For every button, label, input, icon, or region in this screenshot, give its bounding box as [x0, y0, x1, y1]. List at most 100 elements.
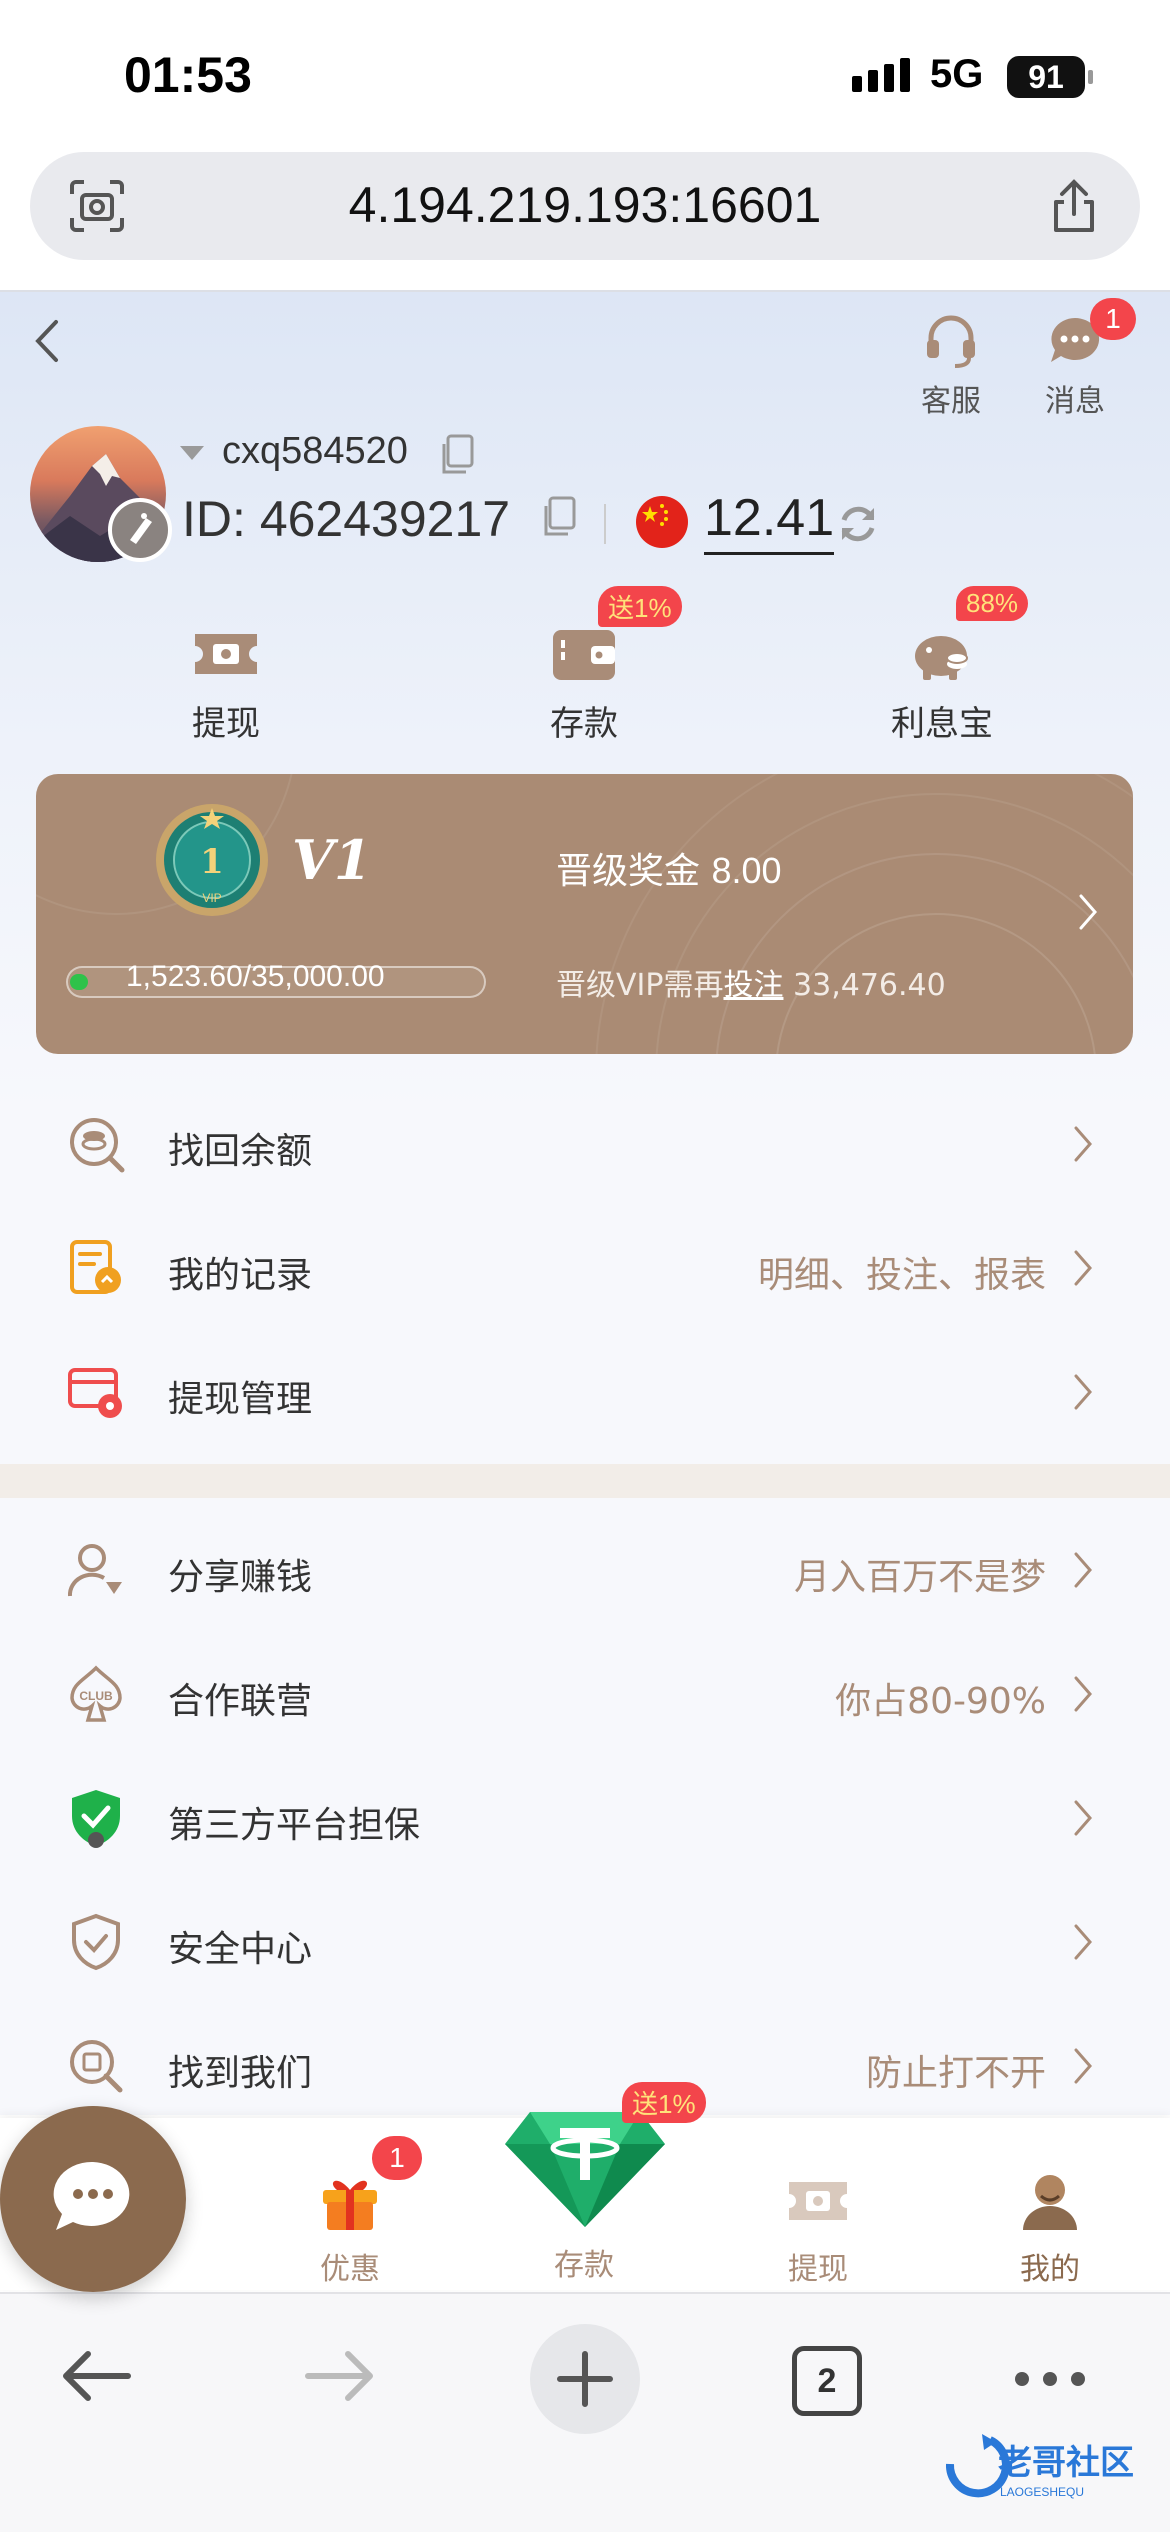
deposit-quick-label: 存款 — [550, 704, 618, 744]
menu-label: 找到我们 — [168, 2053, 313, 2094]
chat-floating-button[interactable] — [0, 2106, 186, 2292]
gift-icon — [323, 2180, 377, 2230]
refresh-icon[interactable] — [836, 502, 880, 546]
tabs-count-button[interactable]: 2 — [792, 2346, 862, 2416]
china-flag-icon — [636, 496, 688, 548]
menu-label: 分享赚钱 — [168, 1557, 313, 1598]
watermark-text: 老哥社区 — [998, 2443, 1134, 2483]
vip-medal-number: 1 — [200, 842, 224, 882]
user-id-value: 462439217 — [259, 491, 511, 547]
section-divider — [0, 1464, 1170, 1498]
menu-hint: 月入百万不是梦 — [793, 1557, 1046, 1598]
chat-bubble-icon — [53, 2161, 130, 2230]
address-bar[interactable]: 4.194.219.193:16601 — [30, 152, 1140, 260]
customer-service-button[interactable]: 客服 — [896, 312, 1006, 420]
status-bar: 01:53 5G 91 — [0, 0, 1170, 150]
chevron-right-icon — [1074, 1800, 1092, 1836]
chevron-right-icon — [1074, 1676, 1092, 1712]
interest-rate-tag: 88% — [956, 586, 1029, 621]
tab-promotions[interactable]: 优惠 — [250, 2118, 450, 2288]
vip-bonus: 晋级奖金 8.00 — [556, 842, 782, 894]
tab-mine[interactable]: 我的 — [950, 2118, 1150, 2288]
vip-chevron-right-icon — [1079, 894, 1097, 930]
security-shield-icon — [72, 1913, 120, 1971]
deposit-quick-button[interactable]: 存款 — [484, 622, 684, 745]
find-us-icon — [70, 2040, 123, 2093]
watermark-subtext: LAOGESHEQU — [1000, 2485, 1084, 2499]
interest-quick-button[interactable]: 利息宝 — [842, 622, 1042, 745]
edit-avatar-button[interactable] — [108, 498, 172, 562]
more-menu-icon[interactable] — [1012, 2366, 1088, 2392]
menu-item-third-party-guarantee[interactable]: 第三方平台担保 — [0, 1756, 1170, 1880]
deposit-bonus-tag: 送1% — [598, 586, 682, 627]
username: cxq584520 — [222, 430, 408, 472]
menu-label: 我的记录 — [168, 1255, 313, 1296]
tab-label: 我的 — [1020, 2252, 1080, 2287]
withdraw-quick-button[interactable]: 提现 — [126, 622, 326, 745]
menu-item-security-center[interactable]: 安全中心 — [0, 1880, 1170, 2004]
tab-label: 优惠 — [320, 2252, 380, 2287]
account-dropdown-icon[interactable] — [180, 446, 204, 460]
menu-item-partnership[interactable]: CLUB 合作联营 你占80-90% — [0, 1632, 1170, 1756]
back-arrow-icon[interactable] — [28, 316, 68, 366]
menu-hint: 你占80-90% — [835, 1681, 1046, 1722]
vip-bonus-value: 8.00 — [711, 850, 782, 891]
network-type: 5G — [930, 52, 984, 96]
menu-label: 第三方平台担保 — [168, 1805, 421, 1846]
status-time: 01:53 — [124, 47, 252, 103]
vip-requirement: 晋级VIP需再投注 33,476.40 — [556, 960, 946, 1004]
menu-label: 安全中心 — [168, 1929, 313, 1970]
vip-bonus-label: 晋级奖金 — [556, 851, 701, 892]
signal-icon — [852, 58, 910, 92]
chevron-right-icon — [1074, 1552, 1092, 1588]
vip-medal-icon: 1 VIP — [156, 804, 268, 916]
menu-group-more: 分享赚钱 月入百万不是梦 CLUB 合作联营 你占80-90% 第三方平台担保 — [0, 1508, 1170, 2115]
menu-item-share-earn[interactable]: 分享赚钱 月入百万不是梦 — [0, 1508, 1170, 1632]
share-icon[interactable] — [1046, 176, 1102, 236]
vip-card[interactable]: 1 VIP V1 晋级奖金 8.00 1,523.60/35,000.00 晋级… — [36, 774, 1133, 1054]
svg-text:CLUB: CLUB — [79, 1689, 113, 1703]
menu-hint: 明细、投注、报表 — [757, 1255, 1046, 1296]
menu-item-recover-balance[interactable]: 找回余额 — [0, 1082, 1170, 1206]
tab-label: 提现 — [788, 2252, 848, 2287]
piggy-bank-icon — [915, 636, 968, 680]
withdraw-quick-label: 提现 — [192, 704, 260, 744]
withdraw-ticket-icon — [195, 634, 257, 674]
user-id-label: ID: — [182, 491, 246, 547]
browser-back-icon[interactable] — [58, 2346, 134, 2406]
club-icon: CLUB — [70, 1665, 122, 1722]
user-id: ID: 462439217 — [182, 490, 510, 548]
tab-withdraw[interactable]: 提现 — [718, 2118, 918, 2288]
vip-need-value: 33,476.40 — [793, 968, 946, 1003]
separator — [604, 504, 606, 544]
dragon-logo-icon: 老哥社区 LAOGESHEQU — [945, 2434, 1134, 2499]
vip-bet-link[interactable]: 投注 — [723, 968, 783, 1003]
interest-quick-label: 利息宝 — [891, 704, 993, 744]
browser-forward-icon[interactable] — [302, 2346, 378, 2406]
vip-need-prefix: 晋级VIP需再 — [556, 968, 724, 1003]
coins-search-icon — [70, 1118, 125, 1173]
plus-icon — [557, 2351, 613, 2407]
account-page: 客服 消息 1 cxq584520 ID: 462439217 12.41 提现… — [0, 290, 1170, 2115]
guarantee-shield-icon — [72, 1790, 120, 1848]
chevron-right-icon — [1074, 1250, 1092, 1286]
menu-item-my-records[interactable]: 我的记录 明细、投注、报表 — [0, 1206, 1170, 1330]
messages-label: 消息 — [1045, 384, 1105, 419]
menu-item-withdraw-management[interactable]: 提现管理 — [0, 1330, 1170, 1454]
messages-badge: 1 — [1090, 298, 1136, 340]
menu-label: 找回余额 — [168, 1131, 313, 1172]
wallet-icon — [553, 630, 615, 680]
headset-icon — [927, 315, 975, 368]
watermark-logo: 老哥社区 LAOGESHEQU — [930, 2424, 1160, 2506]
vip-medal-text: VIP — [202, 891, 221, 905]
promotions-badge: 1 — [372, 2136, 422, 2180]
menu-label: 提现管理 — [168, 1379, 313, 1420]
copy-id-icon[interactable] — [540, 496, 576, 538]
user-profile-icon — [1023, 2175, 1077, 2230]
balance-amount: 12.41 — [704, 488, 835, 555]
copy-username-icon[interactable] — [438, 434, 474, 476]
chevron-right-icon — [1074, 1374, 1092, 1410]
menu-label: 合作联营 — [168, 1681, 313, 1722]
new-tab-button[interactable] — [530, 2324, 640, 2434]
url-text[interactable]: 4.194.219.193:16601 — [30, 176, 1140, 234]
